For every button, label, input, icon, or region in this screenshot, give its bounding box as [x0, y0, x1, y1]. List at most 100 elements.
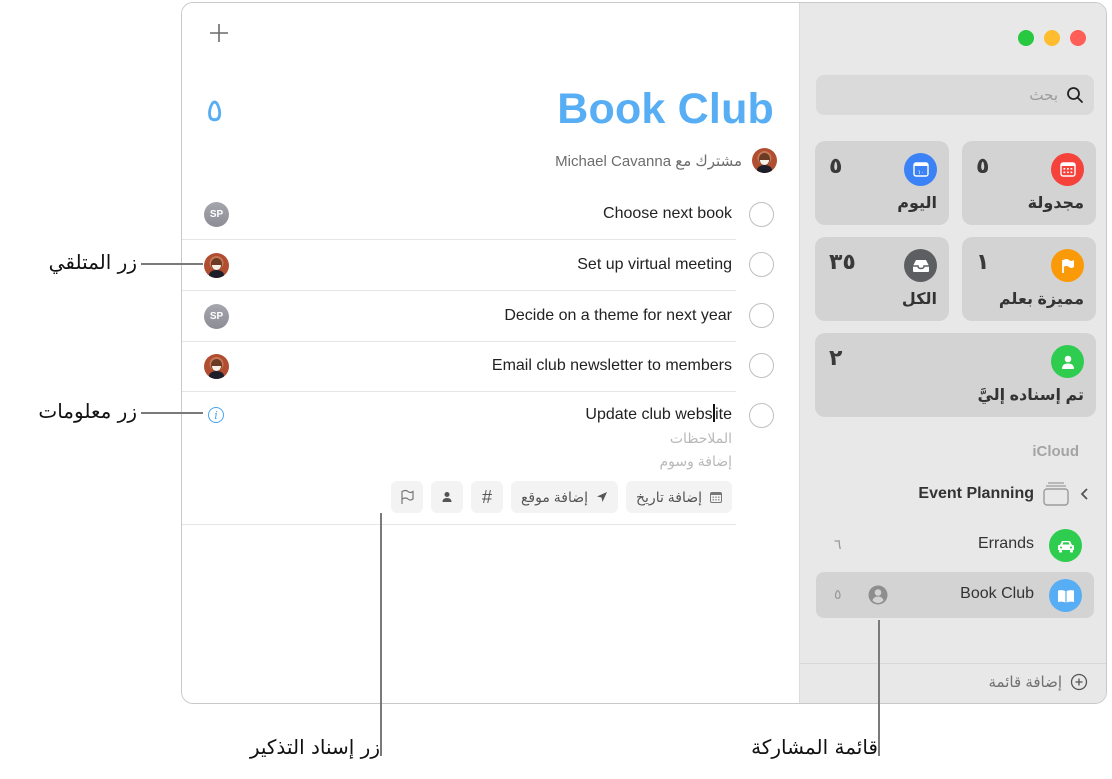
info-button[interactable]: i — [208, 407, 224, 423]
sidebar: بحث ٥ مجدولة ١٠ ٥ اليوم ١ مميزة بعلم ٣٥ … — [799, 3, 1106, 703]
smart-list-assigned-to-me[interactable]: ٢ تم إسناده إليَّ — [815, 333, 1096, 417]
task-row[interactable]: Set up virtual meeting — [182, 240, 736, 291]
assignee-button[interactable]: SP — [204, 202, 229, 227]
smart-list-label: مجدولة — [1027, 195, 1084, 212]
reminders-window: ٥ Book Club مشترك مع Michael Cavanna SP … — [181, 2, 1107, 704]
add-location-label: إضافة موقع — [520, 488, 588, 505]
minimize-button[interactable] — [1044, 30, 1060, 46]
smart-list-label: الكل — [901, 291, 937, 308]
task-row[interactable]: SP Decide on a theme for next year — [182, 291, 736, 342]
tags-field[interactable]: إضافة وسوم — [659, 453, 732, 470]
task-row[interactable]: Email club newsletter to members — [182, 341, 736, 392]
assignee-button[interactable] — [204, 253, 229, 278]
task-title[interactable]: Set up virtual meeting — [577, 256, 732, 274]
flag-icon — [401, 489, 414, 504]
title-text: ite — [715, 406, 732, 423]
smart-list-label: تم إسناده إليَّ — [977, 387, 1084, 404]
hashtag-icon: # — [481, 486, 492, 507]
book-icon — [1049, 579, 1082, 612]
list-group-event-planning[interactable]: Event Planning — [816, 475, 1094, 513]
list-label: Errands — [977, 535, 1034, 552]
calendar-icon — [710, 491, 722, 503]
smart-list-count: ٢ — [829, 345, 843, 370]
task-title[interactable]: Email club newsletter to members — [492, 357, 732, 375]
list-item-book-club[interactable]: Book Club ٥ — [816, 572, 1094, 618]
car-icon — [1049, 529, 1082, 562]
person-icon — [1051, 345, 1084, 378]
calendar-icon — [1051, 153, 1084, 186]
task-title-input[interactable]: Update club webs ite — [585, 404, 732, 424]
smart-list-today[interactable]: ١٠ ٥ اليوم — [815, 141, 949, 225]
task-checkbox[interactable] — [749, 353, 774, 378]
search-input[interactable]: بحث — [816, 75, 1094, 115]
task-row[interactable]: SP Choose next book — [182, 189, 736, 240]
add-date-button[interactable]: إضافة تاريخ — [626, 481, 732, 513]
callout-shared-list: قائمة المشاركة — [751, 735, 878, 759]
flag-icon — [1051, 249, 1084, 282]
callout-info-button: زر معلومات — [38, 399, 137, 423]
add-location-button[interactable]: إضافة موقع — [510, 481, 618, 513]
shared-with: مشترك مع Michael Cavanna — [555, 148, 777, 173]
location-arrow-icon — [597, 492, 607, 502]
callout-line — [141, 412, 203, 414]
person-icon — [442, 492, 452, 502]
section-label-icloud: iCloud — [1032, 443, 1079, 460]
add-tag-button[interactable]: # — [470, 481, 503, 513]
list-title: Book Club — [557, 85, 774, 133]
list-pane: ٥ Book Club مشترك مع Michael Cavanna SP … — [182, 3, 799, 703]
task-checkbox[interactable] — [749, 403, 774, 428]
list-count: ٦ — [834, 536, 842, 552]
task-checkbox[interactable] — [749, 303, 774, 328]
task-title[interactable]: Decide on a theme for next year — [504, 307, 732, 325]
search-icon — [1067, 87, 1083, 103]
assign-reminder-button[interactable] — [430, 481, 463, 513]
title-text: Update club webs — [585, 406, 713, 423]
smart-list-label: اليوم — [897, 195, 937, 212]
add-reminder-button[interactable] — [207, 21, 231, 45]
chevron-left-icon[interactable] — [1080, 487, 1090, 501]
task-checkbox[interactable] — [749, 202, 774, 227]
smart-list-label: مميزة بعلم — [998, 291, 1084, 308]
plus-circle-icon — [1070, 673, 1088, 691]
task-checkbox[interactable] — [749, 252, 774, 277]
callout-assign-reminder-button: زر إسناد التذكير — [249, 735, 380, 759]
list-item-errands[interactable]: Errands ٦ — [816, 522, 1094, 568]
today-icon: ١٠ — [904, 153, 937, 186]
svg-text:١٠: ١٠ — [917, 169, 923, 176]
add-list-label: إضافة قائمة — [988, 674, 1062, 691]
smart-list-flagged[interactable]: ١ مميزة بعلم — [962, 237, 1096, 321]
zoom-button[interactable] — [1018, 30, 1034, 46]
callout-line — [141, 263, 203, 265]
add-list-button[interactable]: إضافة قائمة — [989, 673, 1088, 691]
callout-assignee-button: زر المتلقي — [48, 250, 137, 274]
list-group-label: Event Planning — [918, 485, 1034, 502]
smart-list-count: ٥ — [829, 153, 843, 178]
task-actions: إضافة تاريخ إضافة موقع # — [390, 481, 732, 513]
list-label: Book Club — [960, 585, 1034, 602]
smart-list-count: ٣٥ — [829, 249, 856, 274]
window-controls — [1018, 30, 1086, 46]
info-icon: i — [214, 408, 218, 422]
avatar[interactable] — [752, 148, 777, 173]
smart-list-count: ١ — [976, 249, 990, 274]
search-placeholder: بحث — [1029, 87, 1058, 104]
assignee-button[interactable] — [204, 354, 229, 379]
close-button[interactable] — [1070, 30, 1086, 46]
sidebar-footer: إضافة قائمة — [800, 663, 1106, 703]
callout-line — [878, 620, 880, 756]
flag-button[interactable] — [390, 481, 423, 513]
smart-list-all[interactable]: ٣٥ الكل — [815, 237, 949, 321]
plus-icon — [210, 24, 228, 42]
add-date-label: إضافة تاريخ — [636, 488, 702, 505]
shared-list-icon — [868, 585, 888, 610]
tray-icon — [904, 249, 937, 282]
assignee-button[interactable]: SP — [204, 304, 229, 329]
task-title[interactable]: Choose next book — [603, 205, 732, 223]
task-row-editing[interactable]: i Update club webs ite الملاحظات إضافة وس… — [182, 392, 736, 525]
list-count: ٥ — [206, 92, 224, 128]
smart-list-scheduled[interactable]: ٥ مجدولة — [962, 141, 1096, 225]
list-count: ٥ — [834, 586, 842, 602]
callout-line — [380, 513, 382, 756]
notes-field[interactable]: الملاحظات — [670, 430, 732, 447]
folder-stack-icon — [1043, 482, 1069, 506]
